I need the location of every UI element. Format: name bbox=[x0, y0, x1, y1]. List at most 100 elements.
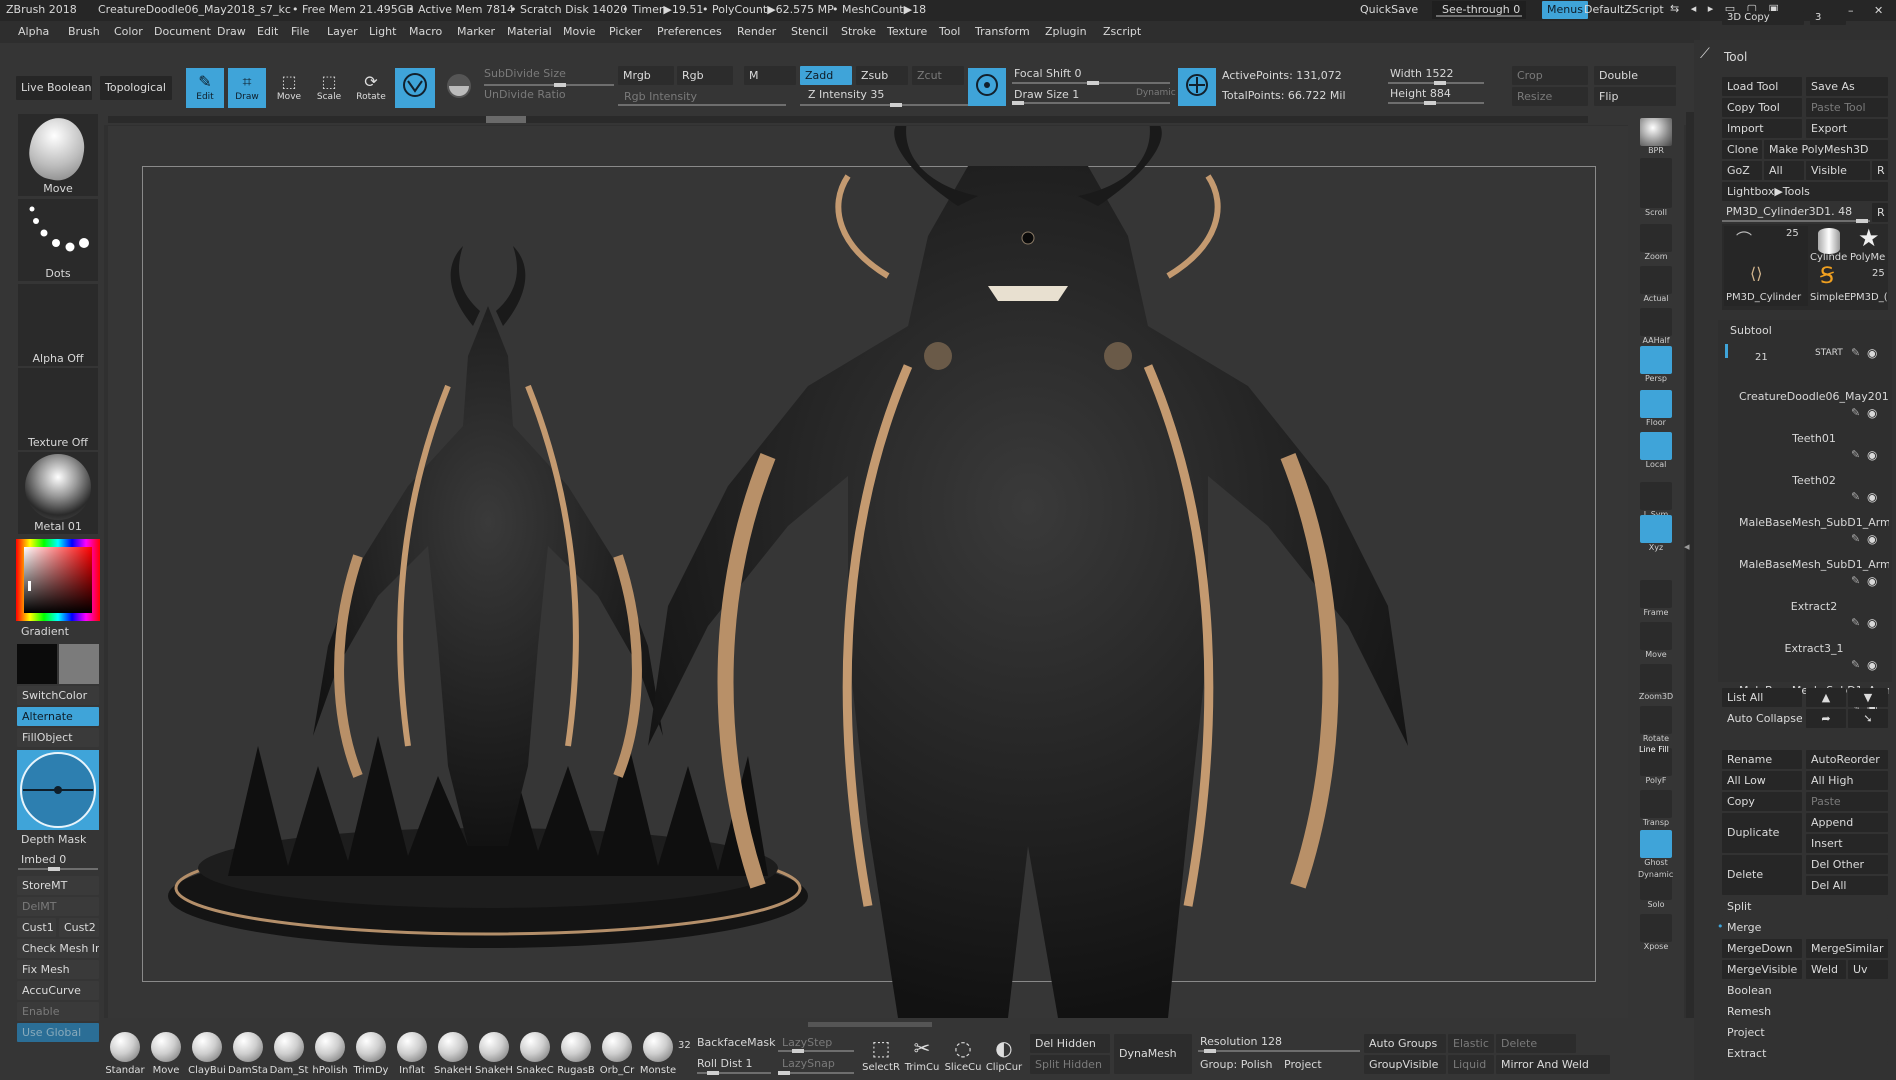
gradient-label[interactable]: Gradient bbox=[21, 625, 69, 638]
cust1-button[interactable]: Cust1 bbox=[17, 918, 56, 937]
subtool-header[interactable]: Subtool bbox=[1730, 324, 1772, 337]
see-through-slider[interactable]: See-through 0 bbox=[1432, 1, 1526, 19]
merge-visible-button[interactable]: MergeVisible bbox=[1722, 960, 1802, 979]
draw-size-slider[interactable] bbox=[1012, 101, 1170, 105]
color-cursor[interactable] bbox=[28, 581, 31, 591]
goz-button[interactable]: GoZ bbox=[1722, 161, 1762, 180]
boolean-button[interactable]: Boolean bbox=[1722, 981, 1888, 1000]
nav-aahalf-button[interactable]: AAHalf bbox=[1638, 308, 1674, 345]
visibility-eye-icon[interactable]: ◉ bbox=[1867, 448, 1877, 462]
mirror-weld-button[interactable]: Mirror And Weld bbox=[1496, 1055, 1610, 1074]
lazy-step-slider[interactable] bbox=[778, 1049, 854, 1053]
nav-xpose-button[interactable]: Xpose bbox=[1638, 914, 1674, 951]
polypaint-brush-icon[interactable]: ✎ bbox=[1851, 406, 1860, 419]
export-button[interactable]: Export bbox=[1806, 119, 1888, 138]
polypaint-sphere-icon[interactable] bbox=[441, 68, 477, 108]
menu-render[interactable]: Render bbox=[737, 25, 776, 38]
subtool-item[interactable]: Extract3_1 ◉ ✎ bbox=[1731, 638, 1887, 680]
color-picker[interactable] bbox=[16, 539, 100, 621]
move-down-button[interactable]: ▼ bbox=[1848, 688, 1888, 707]
width-slider[interactable] bbox=[1388, 81, 1484, 85]
nav-persp-button[interactable]: Persp bbox=[1638, 346, 1674, 383]
brush-inflat-button[interactable]: Inflat bbox=[391, 1032, 433, 1076]
document-scroll-strip[interactable] bbox=[108, 116, 1588, 123]
menu-stroke[interactable]: Stroke bbox=[841, 25, 876, 38]
split-button[interactable]: Split bbox=[1722, 897, 1888, 916]
visible-button[interactable]: Visible bbox=[1806, 161, 1870, 180]
nav-transp-button[interactable]: Transp bbox=[1638, 790, 1674, 827]
brush-move-button[interactable]: Move bbox=[145, 1032, 187, 1076]
backface-mask-label[interactable]: BackfaceMask bbox=[697, 1036, 775, 1049]
default-zscript[interactable]: DefaultZScript bbox=[1584, 3, 1664, 16]
menu-macro[interactable]: Macro bbox=[409, 25, 442, 38]
menu-edit[interactable]: Edit bbox=[257, 25, 278, 38]
subtool-item[interactable]: 21 START ◉ ✎ bbox=[1731, 344, 1887, 386]
bottom-scroll-indicator[interactable] bbox=[808, 1022, 932, 1027]
right-panel-divider[interactable] bbox=[1686, 112, 1694, 1080]
nav-l-sym-button[interactable]: L.Sym bbox=[1638, 482, 1674, 519]
rgb-intensity-label[interactable]: Rgb Intensity bbox=[624, 90, 697, 103]
project-button[interactable]: Project bbox=[1722, 1023, 1888, 1042]
subtool-item[interactable]: MaleBaseMesh_SubD1_Arms ◉ ✎ bbox=[1731, 512, 1889, 554]
collapse-arrow-icon[interactable]: ◂ bbox=[1684, 540, 1690, 553]
polypaint-brush-icon[interactable]: ✎ bbox=[1851, 490, 1860, 503]
uv-button[interactable]: Uv bbox=[1848, 960, 1888, 979]
auto-groups-button[interactable]: Auto Groups bbox=[1364, 1034, 1446, 1053]
nav-bpr-button[interactable]: BPR bbox=[1638, 118, 1674, 155]
auto-reorder-button[interactable]: AutoReorder bbox=[1806, 750, 1888, 769]
arrow-right-button[interactable]: ➦ bbox=[1806, 709, 1846, 728]
nav-xyz-button[interactable]: Xyz bbox=[1638, 515, 1674, 552]
zcut-button[interactable]: Zcut bbox=[912, 66, 964, 85]
subtool-item[interactable]: Extract2 ◉ ✎ bbox=[1731, 596, 1887, 638]
current-tool-slider[interactable] bbox=[1722, 219, 1870, 223]
nav-move-button[interactable]: Move bbox=[1638, 622, 1674, 659]
menu-stencil[interactable]: Stencil bbox=[791, 25, 828, 38]
flip-button[interactable]: Flip bbox=[1594, 87, 1676, 106]
tool-slicecu-button[interactable]: ◌ SliceCu bbox=[942, 1034, 984, 1073]
store-mt-button[interactable]: StoreMT bbox=[17, 876, 99, 895]
project-label[interactable]: Project bbox=[1284, 1058, 1322, 1071]
del-all-button[interactable]: Del All bbox=[1806, 876, 1888, 895]
nav-actual-button[interactable]: Actual bbox=[1638, 266, 1674, 303]
subtool-scrollbar[interactable] bbox=[1725, 344, 1728, 358]
rename-button[interactable]: Rename bbox=[1722, 750, 1802, 769]
brush-rugasb-button[interactable]: RugasB bbox=[555, 1032, 597, 1076]
m-button[interactable]: M bbox=[744, 66, 796, 85]
tool-selectr-button[interactable]: ⬚ SelectR bbox=[860, 1034, 902, 1073]
paste-button[interactable]: Paste bbox=[1806, 792, 1888, 811]
roll-dist-slider[interactable] bbox=[697, 1071, 771, 1075]
tool-dropdown-top[interactable]: 3D Copy bbox=[1722, 11, 1804, 25]
mode-move-button[interactable]: ⬚ Move bbox=[270, 68, 308, 108]
texture-thumbnail[interactable]: Texture Off bbox=[18, 368, 98, 450]
dynamic-label[interactable]: Dynamic bbox=[1136, 88, 1176, 98]
visibility-eye-icon[interactable]: ◉ bbox=[1867, 406, 1877, 420]
insert-button[interactable]: Insert bbox=[1806, 834, 1888, 853]
imbed-label[interactable]: Imbed 0 bbox=[21, 853, 66, 866]
focal-shift-slider[interactable] bbox=[1012, 81, 1170, 85]
height-slider[interactable] bbox=[1388, 101, 1484, 105]
copy-tool-button[interactable]: Copy Tool bbox=[1722, 98, 1802, 117]
menu-brush[interactable]: Brush bbox=[68, 25, 100, 38]
delete-bottom-button[interactable]: Delete bbox=[1496, 1034, 1576, 1053]
nav-frame-button[interactable]: Frame bbox=[1638, 580, 1674, 617]
resolution-label[interactable]: Resolution 128 bbox=[1200, 1035, 1282, 1048]
brush-dam_st-button[interactable]: Dam_St bbox=[268, 1032, 310, 1076]
alpha-thumbnail[interactable]: Alpha Off bbox=[18, 284, 98, 366]
menu-layer[interactable]: Layer bbox=[327, 25, 358, 38]
subtool-item[interactable]: CreatureDoodle06_May2018 ◉ ✎ bbox=[1731, 386, 1889, 428]
crop-button[interactable]: Crop bbox=[1512, 66, 1588, 85]
zadd-button[interactable]: Zadd bbox=[800, 66, 852, 85]
enable-button[interactable]: Enable bbox=[17, 1002, 99, 1021]
list-all-button[interactable]: List All bbox=[1722, 688, 1802, 707]
alternate-button[interactable]: Alternate bbox=[17, 707, 99, 726]
polypaint-brush-icon[interactable]: ✎ bbox=[1851, 448, 1860, 461]
subdivide-size-label[interactable]: SubDivide Size bbox=[484, 67, 566, 80]
import-button[interactable]: Import bbox=[1722, 119, 1802, 138]
arrow-down-right-button[interactable]: ➘ bbox=[1848, 709, 1888, 728]
brush-hpolish-button[interactable]: hPolish bbox=[309, 1032, 351, 1076]
append-button[interactable]: Append bbox=[1806, 813, 1888, 832]
resolution-slider[interactable] bbox=[1198, 1049, 1360, 1053]
fix-mesh-button[interactable]: Fix Mesh bbox=[17, 960, 99, 979]
polypaint-brush-icon[interactable]: ✎ bbox=[1851, 532, 1860, 545]
menus-button[interactable]: Menus bbox=[1542, 1, 1588, 19]
